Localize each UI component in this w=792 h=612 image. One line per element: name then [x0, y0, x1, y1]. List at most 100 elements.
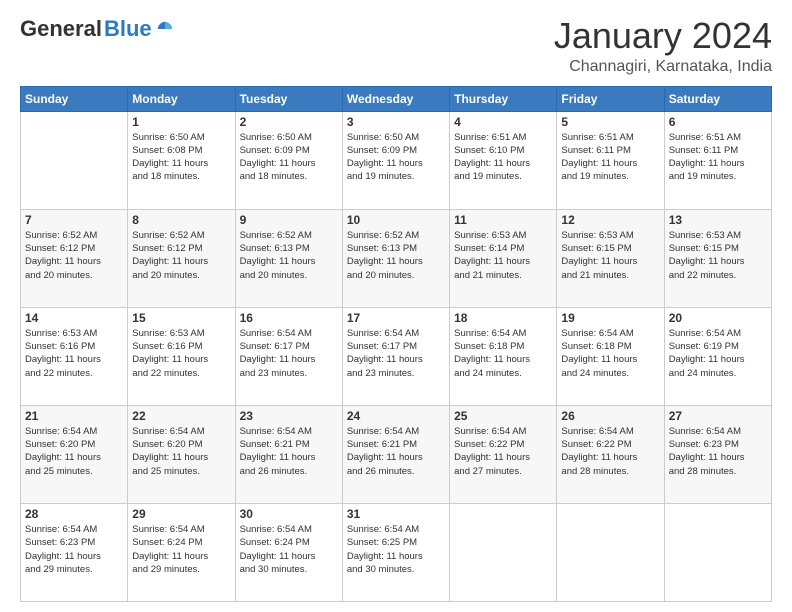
calendar-cell: 23Sunrise: 6:54 AMSunset: 6:21 PMDayligh… — [235, 405, 342, 503]
day-number: 22 — [132, 409, 230, 423]
calendar-cell: 10 Sunrise: 6:52 AMSunset: 6:13 PMDayligh… — [342, 209, 449, 307]
page: GeneralBlue January 2024 Channagiri, Kar… — [0, 0, 792, 612]
day-number: 25 — [454, 409, 552, 423]
day-number: 12 — [561, 213, 659, 227]
calendar-day-header: Friday — [557, 86, 664, 111]
day-number: 2 — [240, 115, 338, 129]
calendar-cell: 3 Sunrise: 6:50 AMSunset: 6:09 PMDaylight… — [342, 111, 449, 209]
day-info: Sunrise: 6:53 AMSunset: 6:15 PMDaylight:… — [669, 229, 767, 282]
day-info: Sunrise: 6:50 AMSunset: 6:08 PMDaylight:… — [132, 131, 230, 184]
calendar-cell: 22 Sunrise: 6:54 AMSunset: 6:20 PMDayligh… — [128, 405, 235, 503]
day-number: 29 — [132, 507, 230, 521]
day-info: Sunrise: 6:50 AMSunset: 6:09 PMDaylight:… — [240, 131, 338, 184]
calendar-day-header: Wednesday — [342, 86, 449, 111]
calendar-week-row: 21 Sunrise: 6:54 AMSunset: 6:20 PMDayligh… — [21, 405, 772, 503]
logo-text: GeneralBlue — [20, 16, 174, 42]
day-info: Sunrise: 6:54 AMSunset: 6:20 PMDaylight:… — [25, 425, 123, 478]
calendar-cell: 12 Sunrise: 6:53 AMSunset: 6:15 PMDayligh… — [557, 209, 664, 307]
calendar-cell: 29 Sunrise: 6:54 AMSunset: 6:24 PMDayligh… — [128, 503, 235, 601]
day-info: Sunrise: 6:54 AMSunset: 6:18 PMDaylight:… — [561, 327, 659, 380]
calendar-cell: 28Sunrise: 6:54 AMSunset: 6:23 PMDayligh… — [21, 503, 128, 601]
calendar-day-header: Sunday — [21, 86, 128, 111]
day-number: 19 — [561, 311, 659, 325]
calendar-cell: 8Sunrise: 6:52 AMSunset: 6:12 PMDaylight… — [128, 209, 235, 307]
day-number: 20 — [669, 311, 767, 325]
calendar-cell: 31 Sunrise: 6:54 AMSunset: 6:25 PMDayligh… — [342, 503, 449, 601]
calendar-cell: 26Sunrise: 6:54 AMSunset: 6:22 PMDayligh… — [557, 405, 664, 503]
calendar-cell: 25Sunrise: 6:54 AMSunset: 6:22 PMDayligh… — [450, 405, 557, 503]
calendar-cell: 7 Sunrise: 6:52 AMSunset: 6:12 PMDaylight… — [21, 209, 128, 307]
month-title: January 2024 — [554, 16, 772, 56]
calendar-cell: 27 Sunrise: 6:54 AMSunset: 6:23 PMDayligh… — [664, 405, 771, 503]
calendar-cell: 18 Sunrise: 6:54 AMSunset: 6:18 PMDayligh… — [450, 307, 557, 405]
day-number: 18 — [454, 311, 552, 325]
day-number: 16 — [240, 311, 338, 325]
day-info: Sunrise: 6:54 AMSunset: 6:21 PMDaylight:… — [347, 425, 445, 478]
calendar-header-row: SundayMondayTuesdayWednesdayThursdayFrid… — [21, 86, 772, 111]
title-section: January 2024 Channagiri, Karnataka, Indi… — [554, 16, 772, 76]
day-info: Sunrise: 6:50 AMSunset: 6:09 PMDaylight:… — [347, 131, 445, 184]
day-number: 28 — [25, 507, 123, 521]
logo-general: General — [20, 16, 102, 42]
calendar-day-header: Thursday — [450, 86, 557, 111]
day-info: Sunrise: 6:53 AMSunset: 6:14 PMDaylight:… — [454, 229, 552, 282]
header: GeneralBlue January 2024 Channagiri, Kar… — [20, 16, 772, 76]
calendar-cell: 24 Sunrise: 6:54 AMSunset: 6:21 PMDayligh… — [342, 405, 449, 503]
calendar-week-row: 28Sunrise: 6:54 AMSunset: 6:23 PMDayligh… — [21, 503, 772, 601]
day-number: 7 — [25, 213, 123, 227]
day-info: Sunrise: 6:54 AMSunset: 6:23 PMDaylight:… — [669, 425, 767, 478]
calendar-cell — [450, 503, 557, 601]
calendar-cell — [557, 503, 664, 601]
day-number: 21 — [25, 409, 123, 423]
calendar-table: SundayMondayTuesdayWednesdayThursdayFrid… — [20, 86, 772, 602]
day-number: 27 — [669, 409, 767, 423]
day-info: Sunrise: 6:54 AMSunset: 6:18 PMDaylight:… — [454, 327, 552, 380]
calendar-cell: 11 Sunrise: 6:53 AMSunset: 6:14 PMDayligh… — [450, 209, 557, 307]
day-info: Sunrise: 6:53 AMSunset: 6:15 PMDaylight:… — [561, 229, 659, 282]
day-number: 23 — [240, 409, 338, 423]
day-info: Sunrise: 6:54 AMSunset: 6:25 PMDaylight:… — [347, 523, 445, 576]
calendar-cell: 4 Sunrise: 6:51 AMSunset: 6:10 PMDaylight… — [450, 111, 557, 209]
day-info: Sunrise: 6:51 AMSunset: 6:11 PMDaylight:… — [561, 131, 659, 184]
day-info: Sunrise: 6:52 AMSunset: 6:12 PMDaylight:… — [25, 229, 123, 282]
calendar-cell: 20Sunrise: 6:54 AMSunset: 6:19 PMDayligh… — [664, 307, 771, 405]
day-info: Sunrise: 6:52 AMSunset: 6:13 PMDaylight:… — [240, 229, 338, 282]
day-number: 10 — [347, 213, 445, 227]
logo: GeneralBlue — [20, 16, 174, 42]
day-number: 5 — [561, 115, 659, 129]
calendar-cell: 14Sunrise: 6:53 AMSunset: 6:16 PMDayligh… — [21, 307, 128, 405]
day-number: 3 — [347, 115, 445, 129]
day-info: Sunrise: 6:51 AMSunset: 6:11 PMDaylight:… — [669, 131, 767, 184]
day-number: 8 — [132, 213, 230, 227]
day-info: Sunrise: 6:54 AMSunset: 6:22 PMDaylight:… — [561, 425, 659, 478]
calendar-cell: 15 Sunrise: 6:53 AMSunset: 6:16 PMDayligh… — [128, 307, 235, 405]
calendar-day-header: Tuesday — [235, 86, 342, 111]
day-info: Sunrise: 6:54 AMSunset: 6:20 PMDaylight:… — [132, 425, 230, 478]
calendar-cell: 2 Sunrise: 6:50 AMSunset: 6:09 PMDaylight… — [235, 111, 342, 209]
calendar-day-header: Monday — [128, 86, 235, 111]
day-number: 4 — [454, 115, 552, 129]
day-info: Sunrise: 6:54 AMSunset: 6:24 PMDaylight:… — [132, 523, 230, 576]
logo-blue: Blue — [104, 16, 152, 42]
day-info: Sunrise: 6:54 AMSunset: 6:17 PMDaylight:… — [347, 327, 445, 380]
calendar-cell: 5 Sunrise: 6:51 AMSunset: 6:11 PMDaylight… — [557, 111, 664, 209]
calendar-cell: 19 Sunrise: 6:54 AMSunset: 6:18 PMDayligh… — [557, 307, 664, 405]
day-info: Sunrise: 6:53 AMSunset: 6:16 PMDaylight:… — [25, 327, 123, 380]
calendar-week-row: 7 Sunrise: 6:52 AMSunset: 6:12 PMDaylight… — [21, 209, 772, 307]
day-number: 1 — [132, 115, 230, 129]
day-number: 15 — [132, 311, 230, 325]
day-info: Sunrise: 6:51 AMSunset: 6:10 PMDaylight:… — [454, 131, 552, 184]
day-info: Sunrise: 6:54 AMSunset: 6:17 PMDaylight:… — [240, 327, 338, 380]
day-info: Sunrise: 6:53 AMSunset: 6:16 PMDaylight:… — [132, 327, 230, 380]
calendar-cell: 13 Sunrise: 6:53 AMSunset: 6:15 PMDayligh… — [664, 209, 771, 307]
calendar-cell: 30Sunrise: 6:54 AMSunset: 6:24 PMDayligh… — [235, 503, 342, 601]
day-number: 11 — [454, 213, 552, 227]
day-info: Sunrise: 6:52 AMSunset: 6:13 PMDaylight:… — [347, 229, 445, 282]
calendar-week-row: 14Sunrise: 6:53 AMSunset: 6:16 PMDayligh… — [21, 307, 772, 405]
calendar-cell: 17Sunrise: 6:54 AMSunset: 6:17 PMDayligh… — [342, 307, 449, 405]
day-number: 9 — [240, 213, 338, 227]
day-number: 24 — [347, 409, 445, 423]
day-number: 31 — [347, 507, 445, 521]
day-number: 13 — [669, 213, 767, 227]
calendar-cell: 16 Sunrise: 6:54 AMSunset: 6:17 PMDayligh… — [235, 307, 342, 405]
